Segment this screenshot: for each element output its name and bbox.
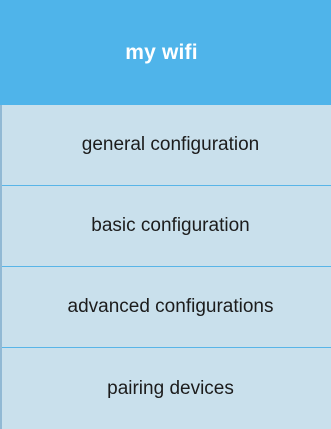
menu-item-label: pairing devices [107,377,234,399]
wifi-menu-panel: my wifi general configuration basic conf… [0,0,331,429]
menu-items: general configuration basic configuratio… [0,105,331,429]
menu-item-label: general configuration [81,134,260,155]
menu-header: my wifi [0,0,331,105]
menu-item-label: basic configuration [91,215,250,236]
menu-item-advanced-configurations[interactable]: advanced configurations [2,267,331,348]
menu-item-general-configuration[interactable]: general configuration [2,105,331,186]
menu-item-label: advanced configurations [67,296,274,317]
menu-item-basic-configuration[interactable]: basic configuration [2,186,331,267]
menu-title: my wifi [125,40,198,64]
menu-item-pairing-devices[interactable]: pairing devices [2,348,331,429]
